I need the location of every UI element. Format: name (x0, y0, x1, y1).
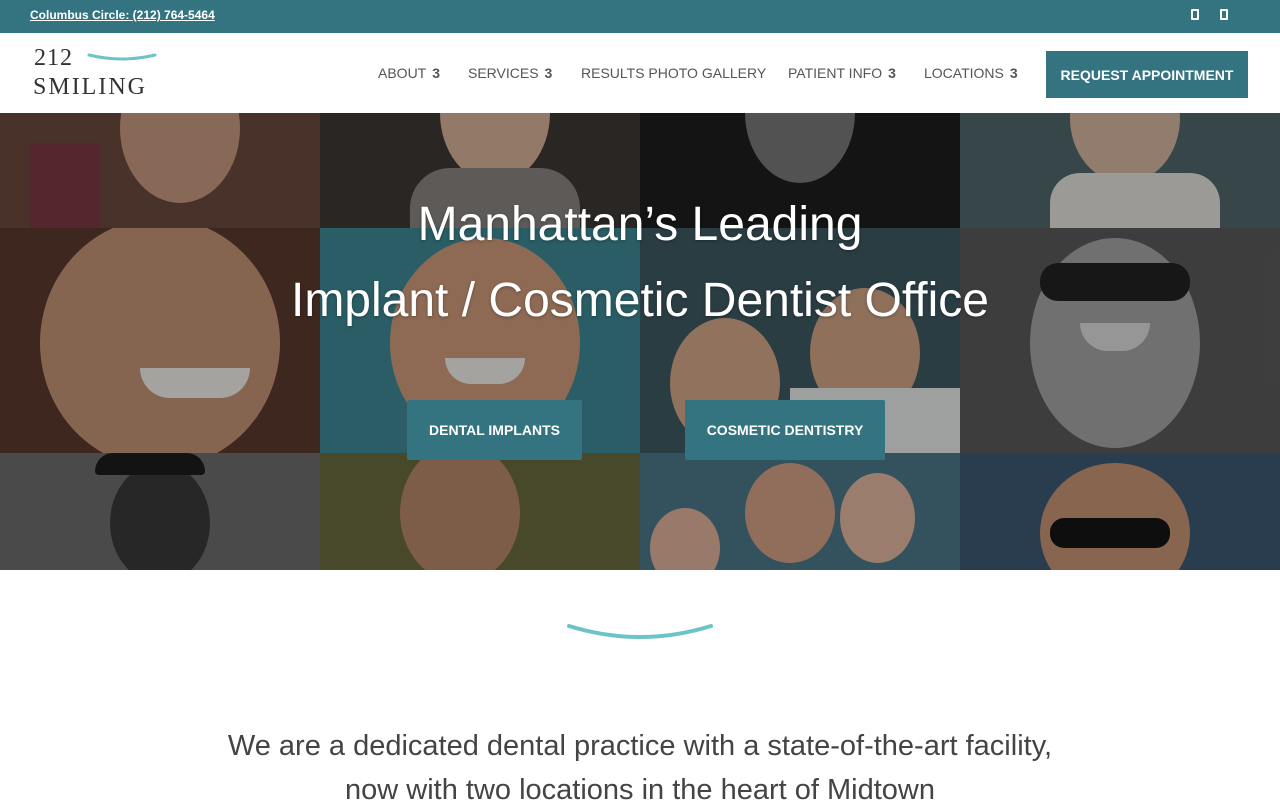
hero-title-line-1: Manhattan’s Leading (417, 198, 863, 251)
nav-item-results-gallery[interactable]: RESULTS PHOTO GALLERY (581, 65, 766, 81)
facebook-icon[interactable] (1191, 9, 1199, 20)
chevron-down-icon: 3 (432, 65, 441, 81)
intro-text: We are a dedicated dental practice with … (227, 730, 1053, 800)
chevron-down-icon: 3 (888, 65, 896, 81)
nav-label: RESULTS PHOTO GALLERY (581, 65, 767, 81)
site-header: 212 SMILING ABOUT 3 SERVICES 3 RESULTS PHO… (0, 33, 1280, 113)
logo-smile-icon (87, 53, 157, 61)
chevron-down-icon: 3 (1009, 65, 1018, 81)
nav-item-about[interactable]: ABOUT 3 (378, 65, 440, 81)
nav-label: LOCATIONS (924, 65, 1004, 81)
nav-label: ABOUT (378, 65, 427, 81)
nav-label: PATIENT INFO (788, 65, 883, 81)
request-appointment-button[interactable]: REQUEST APPOINTMENT (1046, 51, 1248, 98)
nav-label: SERVICES (468, 65, 539, 81)
hero-overlay (0, 113, 1280, 570)
instagram-icon[interactable] (1220, 9, 1228, 20)
cosmetic-dentistry-button[interactable]: COSMETIC DENTISTRY (685, 400, 885, 460)
dental-implants-button[interactable]: DENTAL IMPLANTS (407, 400, 582, 460)
smile-divider-icon (567, 624, 713, 639)
hero-title-line-2: Implant / Cosmetic Dentist Office (290, 274, 989, 327)
phone-link[interactable]: Columbus Circle: (212) 764-5464 (30, 8, 215, 22)
hero-section: Manhattan’s Leading Implant / Cosmetic D… (0, 113, 1280, 570)
chevron-down-icon: 3 (544, 65, 553, 81)
nav-item-locations[interactable]: LOCATIONS 3 (924, 65, 1018, 81)
nav-item-patient-info[interactable]: PATIENT INFO 3 (788, 65, 896, 81)
nav-item-services[interactable]: SERVICES 3 (468, 65, 552, 81)
top-bar: Columbus Circle: (212) 764-5464 (0, 0, 1280, 33)
